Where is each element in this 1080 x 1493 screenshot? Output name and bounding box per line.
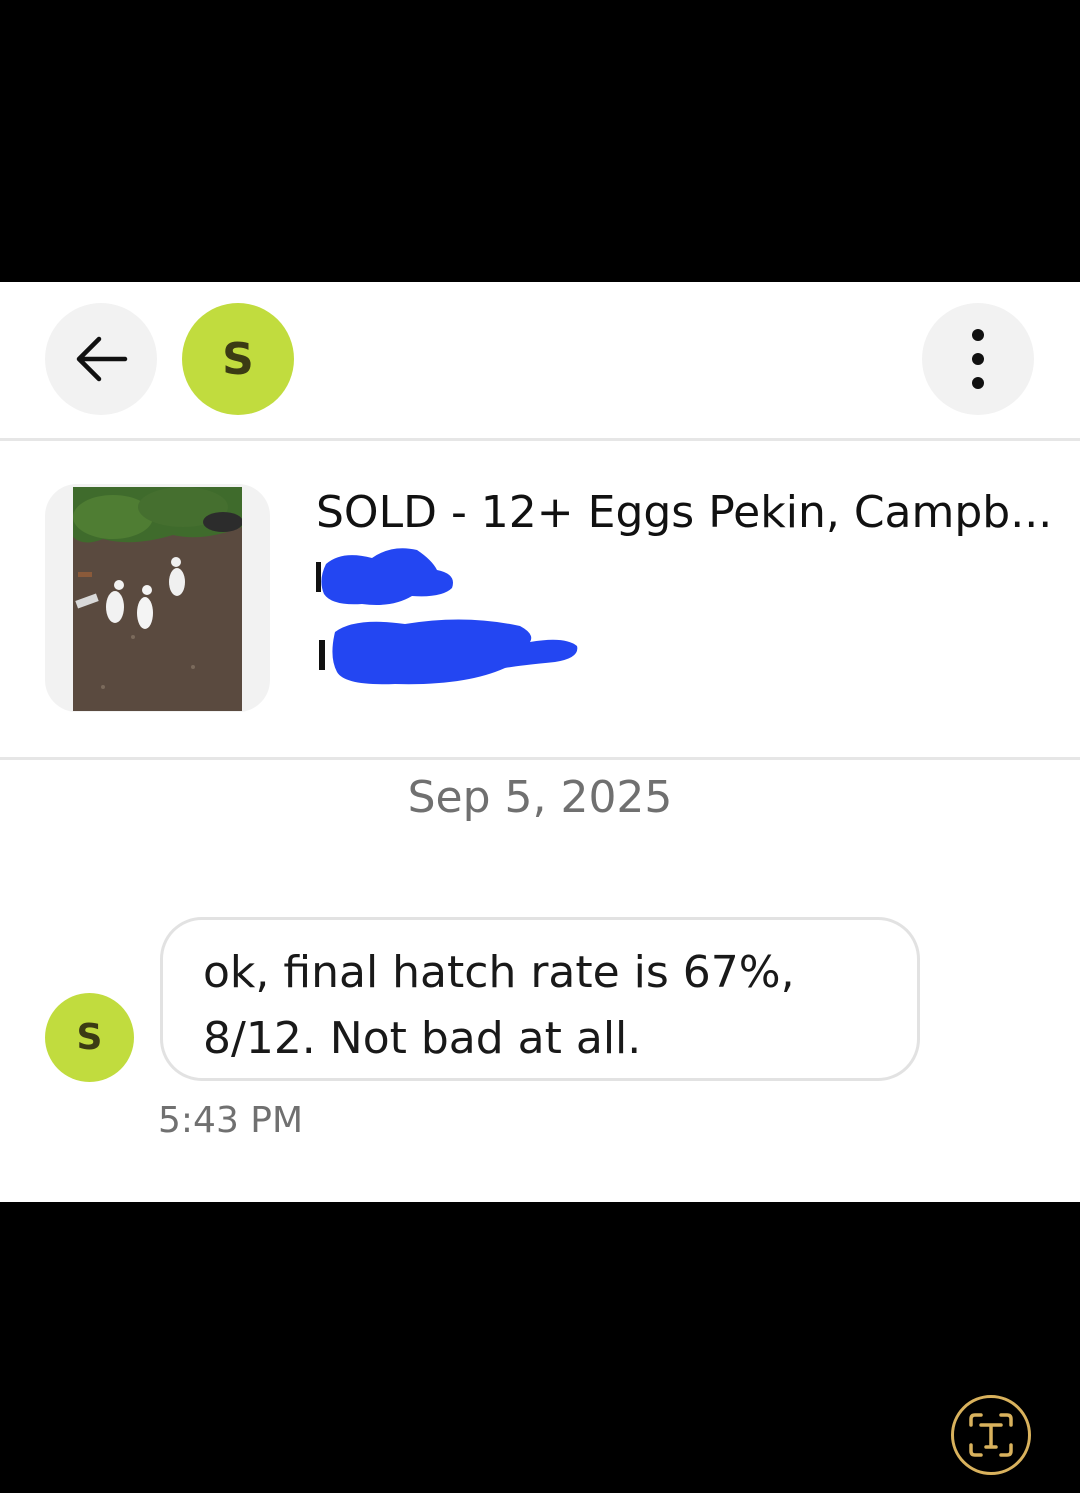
redacted-contact-name xyxy=(319,619,578,685)
date-separator: Sep 5, 2025 xyxy=(407,772,673,823)
header-divider xyxy=(0,438,1080,441)
listing-photo-ducks xyxy=(73,487,242,711)
more-vertical-icon xyxy=(972,329,984,389)
avatar-initial: S xyxy=(222,333,254,385)
listing-divider xyxy=(0,757,1080,760)
listing-title[interactable]: SOLD - 12+ Eggs Pekin, Campb... xyxy=(316,487,1056,538)
sender-avatar[interactable]: S xyxy=(45,993,134,1082)
contact-avatar[interactable]: S xyxy=(182,303,294,415)
live-text-icon xyxy=(969,1413,1013,1457)
text-scan-button[interactable] xyxy=(951,1395,1031,1475)
listing-thumbnail[interactable] xyxy=(45,484,270,712)
message-line: ok, final hatch rate is 67%, xyxy=(203,947,795,998)
message-timestamp: 5:43 PM xyxy=(158,1100,304,1141)
message-bubble[interactable]: ok, final hatch rate is 67%, 8/12. Not b… xyxy=(160,917,920,1081)
avatar-initial: S xyxy=(76,1017,103,1058)
redacted-listing-price xyxy=(316,548,453,605)
more-options-button[interactable] xyxy=(922,303,1034,415)
message-line: 8/12. Not bad at all. xyxy=(203,1013,642,1064)
arrow-left-icon xyxy=(76,336,128,382)
message-thread-panel: S SOLD - 12+ Eggs Pekin, Campb... Sep 5,… xyxy=(0,282,1080,1202)
back-button[interactable] xyxy=(45,303,157,415)
